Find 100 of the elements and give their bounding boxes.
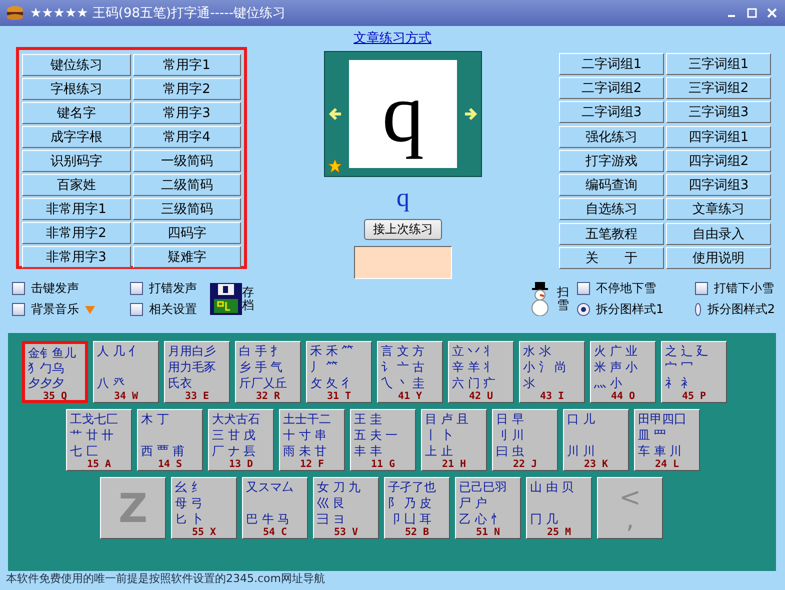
- key-roots: 丰 丰: [353, 444, 383, 459]
- key-roots: 乡 手 气: [238, 360, 284, 375]
- menu-button[interactable]: 识别码字: [22, 150, 130, 172]
- key-roots: 车 車 川: [637, 444, 683, 459]
- menu-button[interactable]: 成字字根: [22, 126, 130, 148]
- sweep-snow-label[interactable]: 扫雪: [557, 286, 569, 312]
- menu-button[interactable]: 常用字3: [132, 102, 241, 124]
- key[interactable]: 白 手 扌 乡 手 气 斤厂乂丘 32 R: [235, 341, 301, 403]
- menu-button[interactable]: 四字词组3: [666, 174, 771, 196]
- menu-button[interactable]: 三字词组2: [666, 77, 771, 100]
- close-icon[interactable]: [765, 6, 779, 20]
- menu-button[interactable]: 疑难字: [132, 246, 241, 268]
- input-field[interactable]: [354, 246, 452, 279]
- key[interactable]: 已己巳羽 尸 户 乙 心 忄 51 N: [455, 477, 521, 539]
- key-roots: 母 弓: [174, 496, 204, 511]
- menu-button[interactable]: 常用字1: [132, 54, 241, 76]
- key[interactable]: 目 卢 且 丨 卜 上 止 21 H: [421, 409, 487, 471]
- key-roots: 曰 虫: [495, 444, 525, 459]
- menu-button[interactable]: 文章练习: [666, 198, 771, 220]
- menu-button[interactable]: 非常用字2: [22, 222, 130, 244]
- key[interactable]: 水 氺 小 氵 尚 氺 43 I: [519, 341, 585, 403]
- key[interactable]: 山 由 贝 冂 几 25 M: [526, 477, 592, 539]
- option-checkbox[interactable]: 打错发声: [130, 280, 210, 297]
- key[interactable]: 大犬古石 三 甘 戊 厂 ナ 镸 13 D: [208, 409, 274, 471]
- key[interactable]: 工戈七匚 艹 廿 卄 七 匚 15 A: [66, 409, 132, 471]
- key[interactable]: 幺 纟 母 弓 匕 卜 55 X: [171, 477, 237, 539]
- option-checkbox[interactable]: 不停地下雪: [577, 280, 695, 297]
- key[interactable]: 言 文 方 讠 亠 古 乀 丶 圭 41 Y: [377, 341, 443, 403]
- menu-button[interactable]: 三字词组1: [666, 53, 771, 75]
- key-roots: 攵 夂 彳: [309, 376, 355, 391]
- key[interactable]: 口 儿 川 川 23 K: [563, 409, 629, 471]
- menu-button[interactable]: 百家姓: [22, 174, 130, 196]
- key[interactable]: 人 几 亻 八 癶 34 W: [93, 341, 159, 403]
- star-icon: [328, 159, 342, 174]
- mode-link[interactable]: 文章练习方式: [354, 29, 432, 47]
- menu-button[interactable]: 字根练习: [22, 78, 130, 100]
- menu-button[interactable]: 键名字: [22, 102, 130, 124]
- key[interactable]: 又スマ厶 巴 牛 马 54 C: [242, 477, 308, 539]
- key[interactable]: 子孑了也 阝 乃 皮 卩 凵 耳 52 B: [384, 477, 450, 539]
- key[interactable]: 田甲四囗 皿 罒 车 車 川 24 L: [634, 409, 700, 471]
- key-roots: 乀 丶 圭: [380, 376, 426, 391]
- option-checkbox[interactable]: 打错下小雪: [695, 280, 775, 297]
- key[interactable]: 之 辶 廴 宀 冖 礻 衤 45 P: [661, 341, 727, 403]
- menu-button[interactable]: 四码字: [132, 222, 241, 244]
- save-label[interactable]: 存档: [242, 286, 254, 312]
- menu-button[interactable]: 关 于: [559, 246, 664, 269]
- key[interactable]: 月用白彡 用力毛豕 氏衣 33 E: [164, 341, 230, 403]
- menu-button[interactable]: 使用说明: [666, 246, 771, 269]
- key[interactable]: 禾 禾 ⺮ 丿 ⺮ 攵 夂 彳 31 T: [306, 341, 372, 403]
- radio-option[interactable]: 拆分图样式2: [695, 301, 775, 318]
- key-roots: 已己巳羽: [458, 480, 508, 495]
- menu-button[interactable]: 常用字2: [132, 78, 241, 100]
- menu-button[interactable]: 四字词组2: [666, 150, 771, 172]
- menu-button[interactable]: 一级简码: [132, 150, 241, 172]
- key-roots: 子孑了也: [387, 480, 437, 495]
- key-roots: 言 文 方: [380, 344, 426, 359]
- menu-button[interactable]: 编码查询: [559, 174, 664, 196]
- key[interactable]: 金钅鱼儿 犭勹乌 夕夕夕 35 Q: [22, 341, 88, 403]
- key-roots: 又スマ厶: [245, 480, 295, 495]
- menu-button[interactable]: 四字词组1: [666, 126, 771, 148]
- menu-button[interactable]: 常用字4: [132, 126, 241, 148]
- key-roots: 刂 川: [495, 428, 525, 443]
- key[interactable]: 王 圭 五 夫 一 丰 丰 11 G: [350, 409, 416, 471]
- option-checkbox[interactable]: 击键发声: [12, 280, 130, 297]
- resume-button[interactable]: 接上次练习: [364, 219, 442, 240]
- key[interactable]: 女 刀 九 巛 艮 彐 ヨ 53 V: [313, 477, 379, 539]
- menu-button[interactable]: 二级简码: [132, 174, 241, 196]
- right-arrow-icon[interactable]: [463, 107, 477, 122]
- key-roots: 水 氺: [522, 344, 552, 359]
- menu-button[interactable]: 二字词组2: [559, 77, 664, 100]
- key-roots: 月用白彡: [167, 344, 217, 359]
- menu-button[interactable]: 非常用字3: [22, 246, 130, 268]
- menu-button[interactable]: 非常用字1: [22, 198, 130, 220]
- menu-button[interactable]: 强化练习: [559, 126, 664, 148]
- option-checkbox[interactable]: 背景音乐: [12, 301, 130, 318]
- key-roots: 山 由 贝: [529, 480, 575, 495]
- key-roots: 夕夕夕: [27, 376, 65, 391]
- menu-button[interactable]: 三级简码: [132, 198, 241, 220]
- key[interactable]: 日 早 刂 川 曰 虫 22 J: [492, 409, 558, 471]
- key[interactable]: 立 丷 丬 辛 羊 丬 六 门 疒 42 U: [448, 341, 514, 403]
- key-roots: 巛 艮: [316, 496, 346, 511]
- menu-button[interactable]: 自由录入: [666, 222, 771, 245]
- menu-button[interactable]: 五笔教程: [559, 222, 664, 245]
- key-roots: 厂 ナ 镸: [211, 444, 257, 459]
- menu-button[interactable]: 键位练习: [22, 54, 130, 76]
- menu-button[interactable]: 三字词组3: [666, 101, 771, 124]
- key-roots: 氏衣: [167, 376, 193, 391]
- menu-button[interactable]: 二字词组1: [559, 53, 664, 75]
- option-checkbox[interactable]: 相关设置: [130, 301, 210, 318]
- key[interactable]: 火 广 业 米 声 小 灬 小 44 O: [590, 341, 656, 403]
- menu-button[interactable]: 二字词组3: [559, 101, 664, 124]
- menu-button[interactable]: 自选练习: [559, 198, 664, 220]
- left-arrow-icon[interactable]: [329, 107, 343, 122]
- maximize-icon[interactable]: [745, 6, 759, 20]
- key[interactable]: 土士干二 十 寸 串 雨 未 甘 12 F: [279, 409, 345, 471]
- key-roots: 雨 未 甘: [282, 444, 328, 459]
- radio-option[interactable]: 拆分图样式1: [577, 301, 695, 318]
- key-roots: 金钅鱼儿: [27, 346, 77, 361]
- key[interactable]: 木 丁 西 覀 甫 14 S: [137, 409, 203, 471]
- menu-button[interactable]: 打字游戏: [559, 150, 664, 172]
